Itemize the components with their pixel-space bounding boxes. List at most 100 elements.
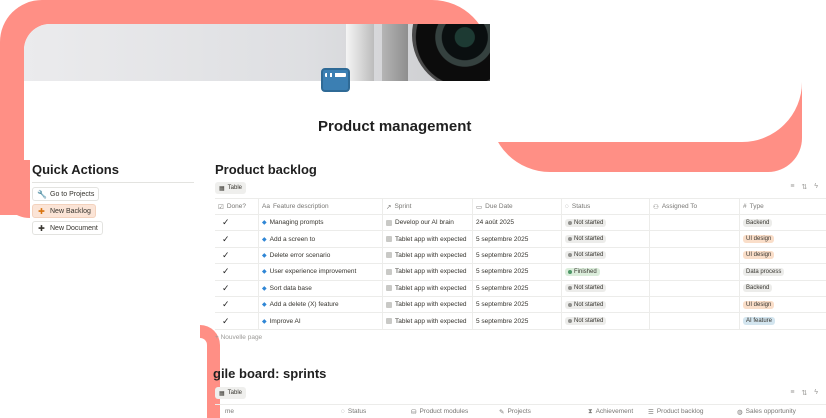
new-backlog-button[interactable]: ✚ New Backlog: [32, 204, 96, 218]
new-page-button[interactable]: + Nouvelle page: [215, 334, 262, 341]
filter-icon[interactable]: ≡: [790, 389, 794, 397]
feature-cell[interactable]: ◆ Add a delete (X) feature: [258, 296, 382, 313]
due-date-cell[interactable]: 5 septembre 2025: [472, 247, 561, 264]
due-date-cell[interactable]: 5 septembre 2025: [472, 296, 561, 313]
feature-cell[interactable]: ◆ Delete error scenario: [258, 247, 382, 264]
table-row[interactable]: ✓ ◆ Sort data base Tablet app with expected…: [215, 280, 826, 297]
browser-window-icon[interactable]: [321, 68, 350, 92]
column-header-done[interactable]: ☑ Done?: [215, 199, 258, 214]
column-header-product-modules[interactable]: ⛁ Product modules: [411, 408, 468, 416]
feature-cell[interactable]: ◆ Add a screen to: [258, 231, 382, 247]
sprint-cell[interactable]: Tablet app with expected: [382, 247, 472, 264]
type-cell[interactable]: Backend: [739, 280, 826, 296]
feature-cell[interactable]: ◆ Managing prompts: [258, 215, 382, 231]
done-cell[interactable]: ✓: [215, 281, 258, 296]
column-header-due-date[interactable]: ▭ Due Date: [472, 199, 561, 214]
status-cell[interactable]: Not started: [561, 231, 649, 247]
column-header-sprint[interactable]: ↗ Sprint: [382, 199, 472, 214]
done-cell[interactable]: ✓: [215, 313, 258, 328]
feature-description: Delete error scenario: [269, 251, 331, 259]
done-cell[interactable]: ✓: [215, 215, 258, 230]
column-header-assigned[interactable]: ⚇ Assigned To: [649, 199, 739, 214]
feature-cell[interactable]: ◆ User experience improvement: [258, 264, 382, 280]
column-header-achievement[interactable]: ⧗ Achievement: [588, 408, 633, 416]
table-row[interactable]: ✓ ◆ Delete error scenario Tablet app with e…: [215, 247, 826, 265]
due-date: 5 septembre 2025: [476, 317, 529, 325]
sprint-cell[interactable]: Tablet app with expected: [382, 280, 472, 296]
relation-icon: ↗: [386, 203, 392, 211]
table-row[interactable]: ✓ ◆ Add a screen to Tablet app with expecte…: [215, 231, 826, 248]
type-cell[interactable]: Data process: [739, 264, 826, 280]
filter-icon[interactable]: ≡: [790, 183, 794, 191]
due-date-cell[interactable]: 5 septembre 2025: [472, 264, 561, 280]
status-cell[interactable]: Not started: [561, 313, 649, 329]
done-cell[interactable]: ✓: [215, 297, 258, 312]
checkmark-icon: ✓: [222, 249, 230, 260]
status-badge: Not started: [565, 218, 607, 227]
type-cell[interactable]: AI feature: [739, 313, 826, 329]
lightning-icon[interactable]: ϟ: [814, 183, 818, 191]
assigned-cell[interactable]: [649, 231, 739, 247]
feature-page-icon: ◆: [262, 252, 267, 259]
type-cell[interactable]: UI design: [739, 231, 826, 247]
feature-page-icon: ◆: [262, 285, 267, 292]
type-cell[interactable]: UI design: [739, 296, 826, 313]
column-header-feature[interactable]: Aa Feature description: [258, 199, 382, 214]
column-header-sales-opportunity[interactable]: ◍ Sales opportunity: [737, 408, 796, 416]
status-cell[interactable]: Not started: [561, 296, 649, 313]
sprint-cell[interactable]: Tablet app with expected: [382, 296, 472, 313]
assigned-cell[interactable]: [649, 247, 739, 264]
done-cell[interactable]: ✓: [215, 231, 258, 246]
type-cell[interactable]: UI design: [739, 247, 826, 264]
sprint-cell[interactable]: Tablet app with expected: [382, 313, 472, 329]
assigned-cell[interactable]: [649, 215, 739, 231]
due-date-cell[interactable]: 5 septembre 2025: [472, 280, 561, 296]
sort-icon[interactable]: ⇅: [801, 183, 807, 191]
due-date: 5 septembre 2025: [476, 301, 529, 309]
table-row[interactable]: ✓ ◆ Improve AI Tablet app with expected 5 se…: [215, 313, 826, 330]
feature-cell[interactable]: ◆ Sort data base: [258, 280, 382, 296]
status-cell[interactable]: Not started: [561, 247, 649, 264]
due-date-cell[interactable]: 5 septembre 2025: [472, 231, 561, 247]
sprint-cell[interactable]: Tablet app with expected: [382, 231, 472, 247]
type-badge: UI design: [743, 251, 775, 260]
feature-description: Add a screen to: [269, 235, 316, 243]
new-document-button[interactable]: ✚ New Document: [32, 221, 103, 235]
done-cell[interactable]: ✓: [215, 248, 258, 263]
table-row[interactable]: ✓ ◆ User experience improvement Tablet app …: [215, 264, 826, 281]
done-cell[interactable]: ✓: [215, 264, 258, 279]
sprint-cell[interactable]: Develop our AI brain: [382, 215, 472, 231]
due-date-cell[interactable]: 5 septembre 2025: [472, 313, 561, 329]
new-document-label: New Document: [50, 224, 98, 232]
column-header-status[interactable]: ◌ Status: [341, 408, 366, 415]
table-row[interactable]: ✓ ◆ Add a delete (X) feature Tablet app wit…: [215, 296, 826, 314]
status-cell[interactable]: Not started: [561, 215, 649, 231]
feature-cell[interactable]: ◆ Improve AI: [258, 313, 382, 329]
people-icon: ⚇: [653, 203, 659, 211]
status-cell[interactable]: Not started: [561, 280, 649, 296]
sprints-table-view-tab[interactable]: ▦ Table: [215, 387, 247, 399]
column-header-name[interactable]: me: [225, 408, 234, 415]
column-header-type[interactable]: # Type: [739, 199, 826, 214]
assigned-cell[interactable]: [649, 264, 739, 280]
table-row[interactable]: ✓ ◆ Managing prompts Develop our AI brain 24…: [215, 215, 826, 232]
sort-icon[interactable]: ⇅: [801, 389, 807, 397]
checkmark-icon: ✓: [222, 233, 230, 244]
backlog-table-view-tab[interactable]: ▦ Table: [215, 182, 247, 194]
sprint-page-icon: [386, 318, 392, 325]
assigned-cell[interactable]: [649, 313, 739, 329]
feature-page-icon: ◆: [262, 269, 267, 276]
go-to-projects-button[interactable]: 🔧 Go to Projects: [32, 187, 100, 201]
assigned-cell[interactable]: [649, 296, 739, 313]
type-cell[interactable]: Backend: [739, 215, 826, 231]
assigned-cell[interactable]: [649, 280, 739, 296]
status-cell[interactable]: Finished: [561, 264, 649, 280]
column-header-status[interactable]: ◌ Status: [561, 199, 649, 214]
lightning-icon[interactable]: ϟ: [814, 389, 818, 397]
column-header-projects[interactable]: ✎ Projects: [499, 408, 531, 416]
column-header-product-backlog[interactable]: ☰ Product backlog: [648, 408, 703, 416]
due-date-cell[interactable]: 24 août 2025: [472, 215, 561, 231]
feature-page-icon: ◆: [262, 302, 267, 309]
sprint-cell[interactable]: Tablet app with expected: [382, 264, 472, 280]
page-title: Product management: [318, 118, 472, 135]
